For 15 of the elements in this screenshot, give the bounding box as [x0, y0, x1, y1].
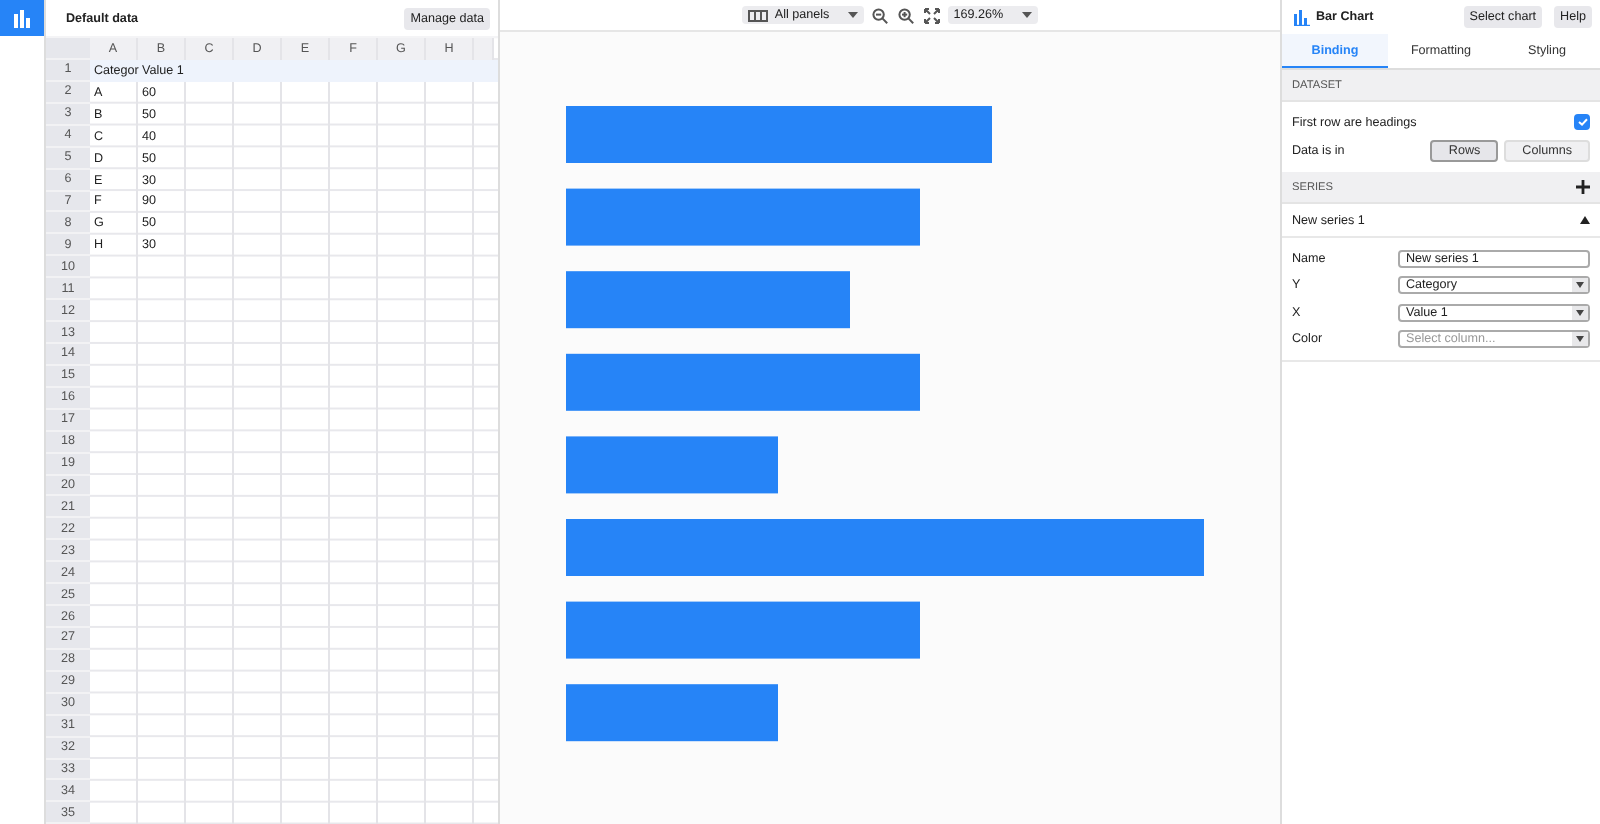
caret-icon: [847, 12, 858, 18]
bar-chart-icon: [1294, 9, 1310, 25]
caret-icon: [1576, 282, 1584, 289]
fit-screen-icon[interactable]: [923, 7, 940, 23]
app-logo[interactable]: [0, 0, 44, 36]
caret-icon: [1021, 12, 1032, 18]
plus-icon[interactable]: [1576, 180, 1590, 194]
zoom-out-icon[interactable]: [871, 7, 888, 23]
caret-icon: [1576, 336, 1584, 343]
columns-icon: [748, 9, 769, 21]
caret-icon: [1576, 309, 1584, 316]
bar-chart-icon: [12, 9, 32, 27]
checkbox[interactable]: [1574, 114, 1590, 130]
collapse-icon[interactable]: [1580, 216, 1590, 224]
zoom-in-icon[interactable]: [897, 7, 914, 23]
